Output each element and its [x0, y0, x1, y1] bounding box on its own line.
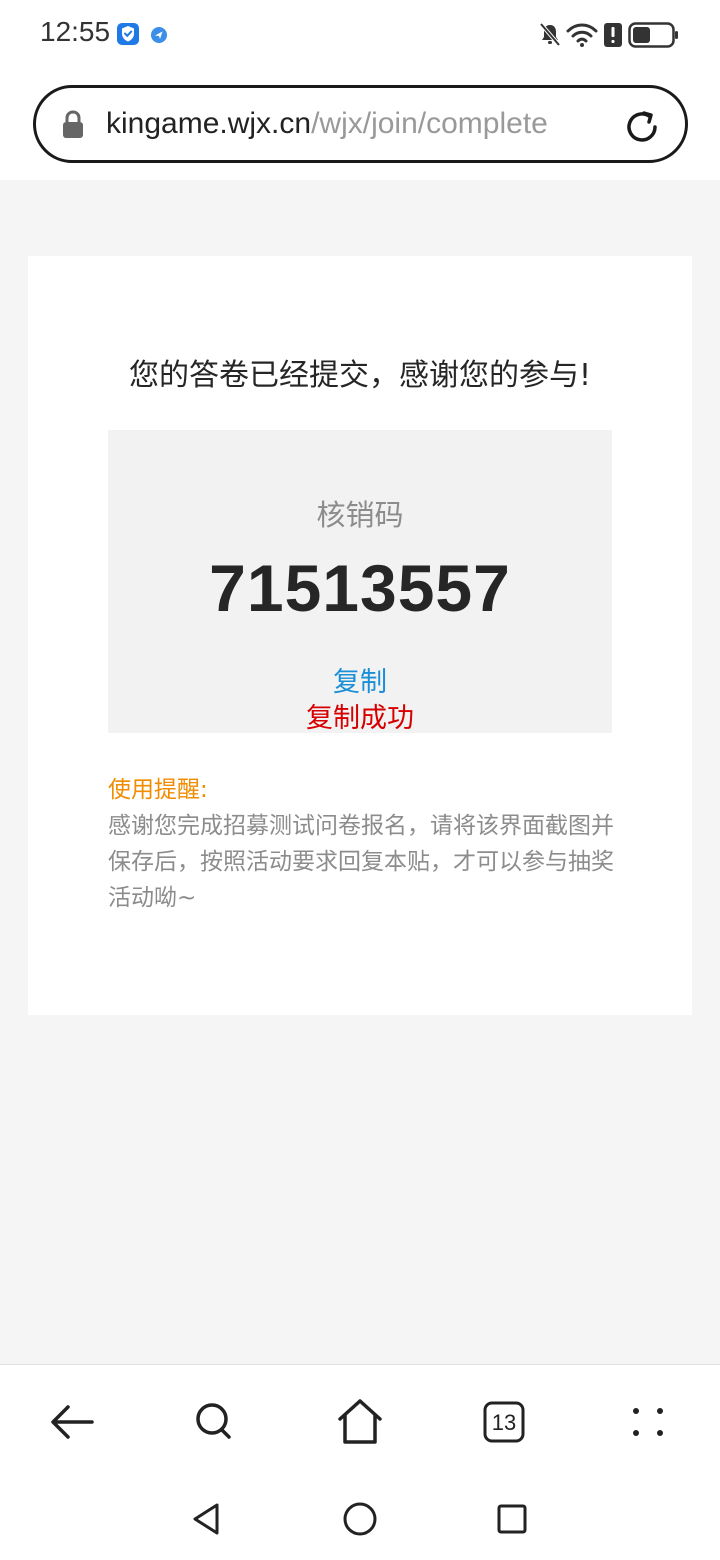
redemption-code-box: 核销码 71513557 复制 复制成功: [108, 430, 612, 734]
url-host: kingame.wjx.cn: [106, 107, 312, 140]
reload-icon[interactable]: [622, 107, 662, 147]
bell-off-icon: [539, 22, 561, 47]
location-dot-icon: [151, 27, 167, 43]
code-value: 71513557: [209, 551, 511, 625]
thanks-message: 您的答卷已经提交，感谢您的参与!: [128, 358, 592, 393]
tip-body: 感谢您完成招募测试问卷报名，请将该界面截图并保存后，按照活动要求回复本贴，才可以…: [108, 813, 614, 911]
url-text[interactable]: kingame.wjx.cn/wjx/join/complete: [106, 107, 596, 141]
system-recents-icon[interactable]: [492, 1499, 532, 1539]
url-path: /wjx/join/complete: [311, 107, 548, 140]
home-icon[interactable]: [330, 1395, 390, 1449]
alert-icon: [604, 23, 622, 47]
address-bar[interactable]: kingame.wjx.cn/wjx/join/complete: [33, 85, 688, 163]
lock-icon: [63, 110, 83, 138]
code-label: 核销码: [316, 498, 404, 532]
browser-bottom-nav: 13: [0, 1364, 720, 1560]
copy-success-message: 复制成功: [306, 703, 414, 734]
copy-button[interactable]: 复制: [108, 660, 612, 699]
back-icon[interactable]: [42, 1395, 102, 1449]
status-bar: 12:55: [0, 0, 720, 70]
completion-card: 您的答卷已经提交，感谢您的参与! 核销码 71513557 复制 复制成功 使用…: [28, 256, 692, 1015]
tab-count: 13: [492, 1410, 516, 1435]
menu-icon[interactable]: [618, 1395, 678, 1449]
status-time: 12:55: [40, 16, 111, 47]
system-back-icon[interactable]: [186, 1499, 226, 1539]
search-icon[interactable]: [184, 1395, 244, 1449]
shield-check-icon: [117, 23, 139, 45]
tabs-icon[interactable]: 13: [474, 1395, 534, 1449]
wifi-icon: [566, 23, 598, 47]
browser-toolbar: kingame.wjx.cn/wjx/join/complete: [0, 70, 720, 180]
battery-icon: [628, 22, 678, 48]
system-home-icon[interactable]: [340, 1499, 380, 1539]
tip-title: 使用提醒:: [108, 777, 208, 803]
